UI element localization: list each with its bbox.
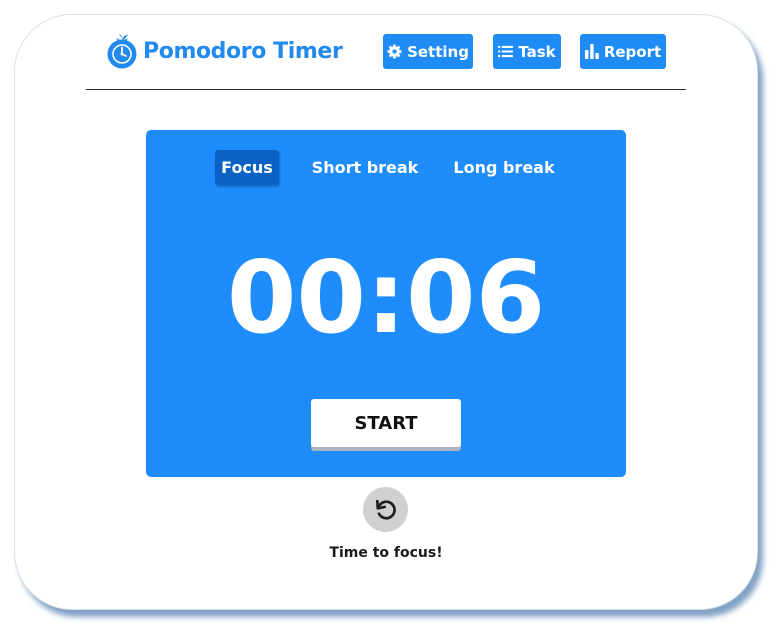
gear-icon — [387, 44, 402, 59]
tomato-timer-icon — [107, 34, 137, 69]
bar-chart-icon — [584, 44, 599, 59]
start-button[interactable]: START — [311, 399, 461, 447]
header-divider — [86, 89, 686, 90]
task-button[interactable]: Task — [493, 34, 561, 69]
status-message: Time to focus! — [329, 545, 443, 561]
setting-button[interactable]: Setting — [383, 34, 473, 69]
tab-focus[interactable]: Focus — [215, 150, 279, 185]
timer-panel: Focus Short break Long break 00:06 START — [146, 130, 626, 477]
tab-long-break[interactable]: Long break — [448, 150, 560, 185]
report-button-label: Report — [603, 42, 662, 61]
timer-display: 00:06 — [226, 239, 546, 356]
setting-button-label: Setting — [407, 42, 469, 61]
reset-button[interactable] — [363, 487, 408, 532]
task-button-label: Task — [518, 42, 556, 61]
app-logo: Pomodoro Timer — [106, 33, 343, 69]
tab-short-break[interactable]: Short break — [309, 150, 421, 185]
report-button[interactable]: Report — [580, 34, 666, 69]
app-title: Pomodoro Timer — [143, 38, 343, 64]
list-icon — [498, 45, 514, 58]
reset-icon — [375, 499, 396, 520]
